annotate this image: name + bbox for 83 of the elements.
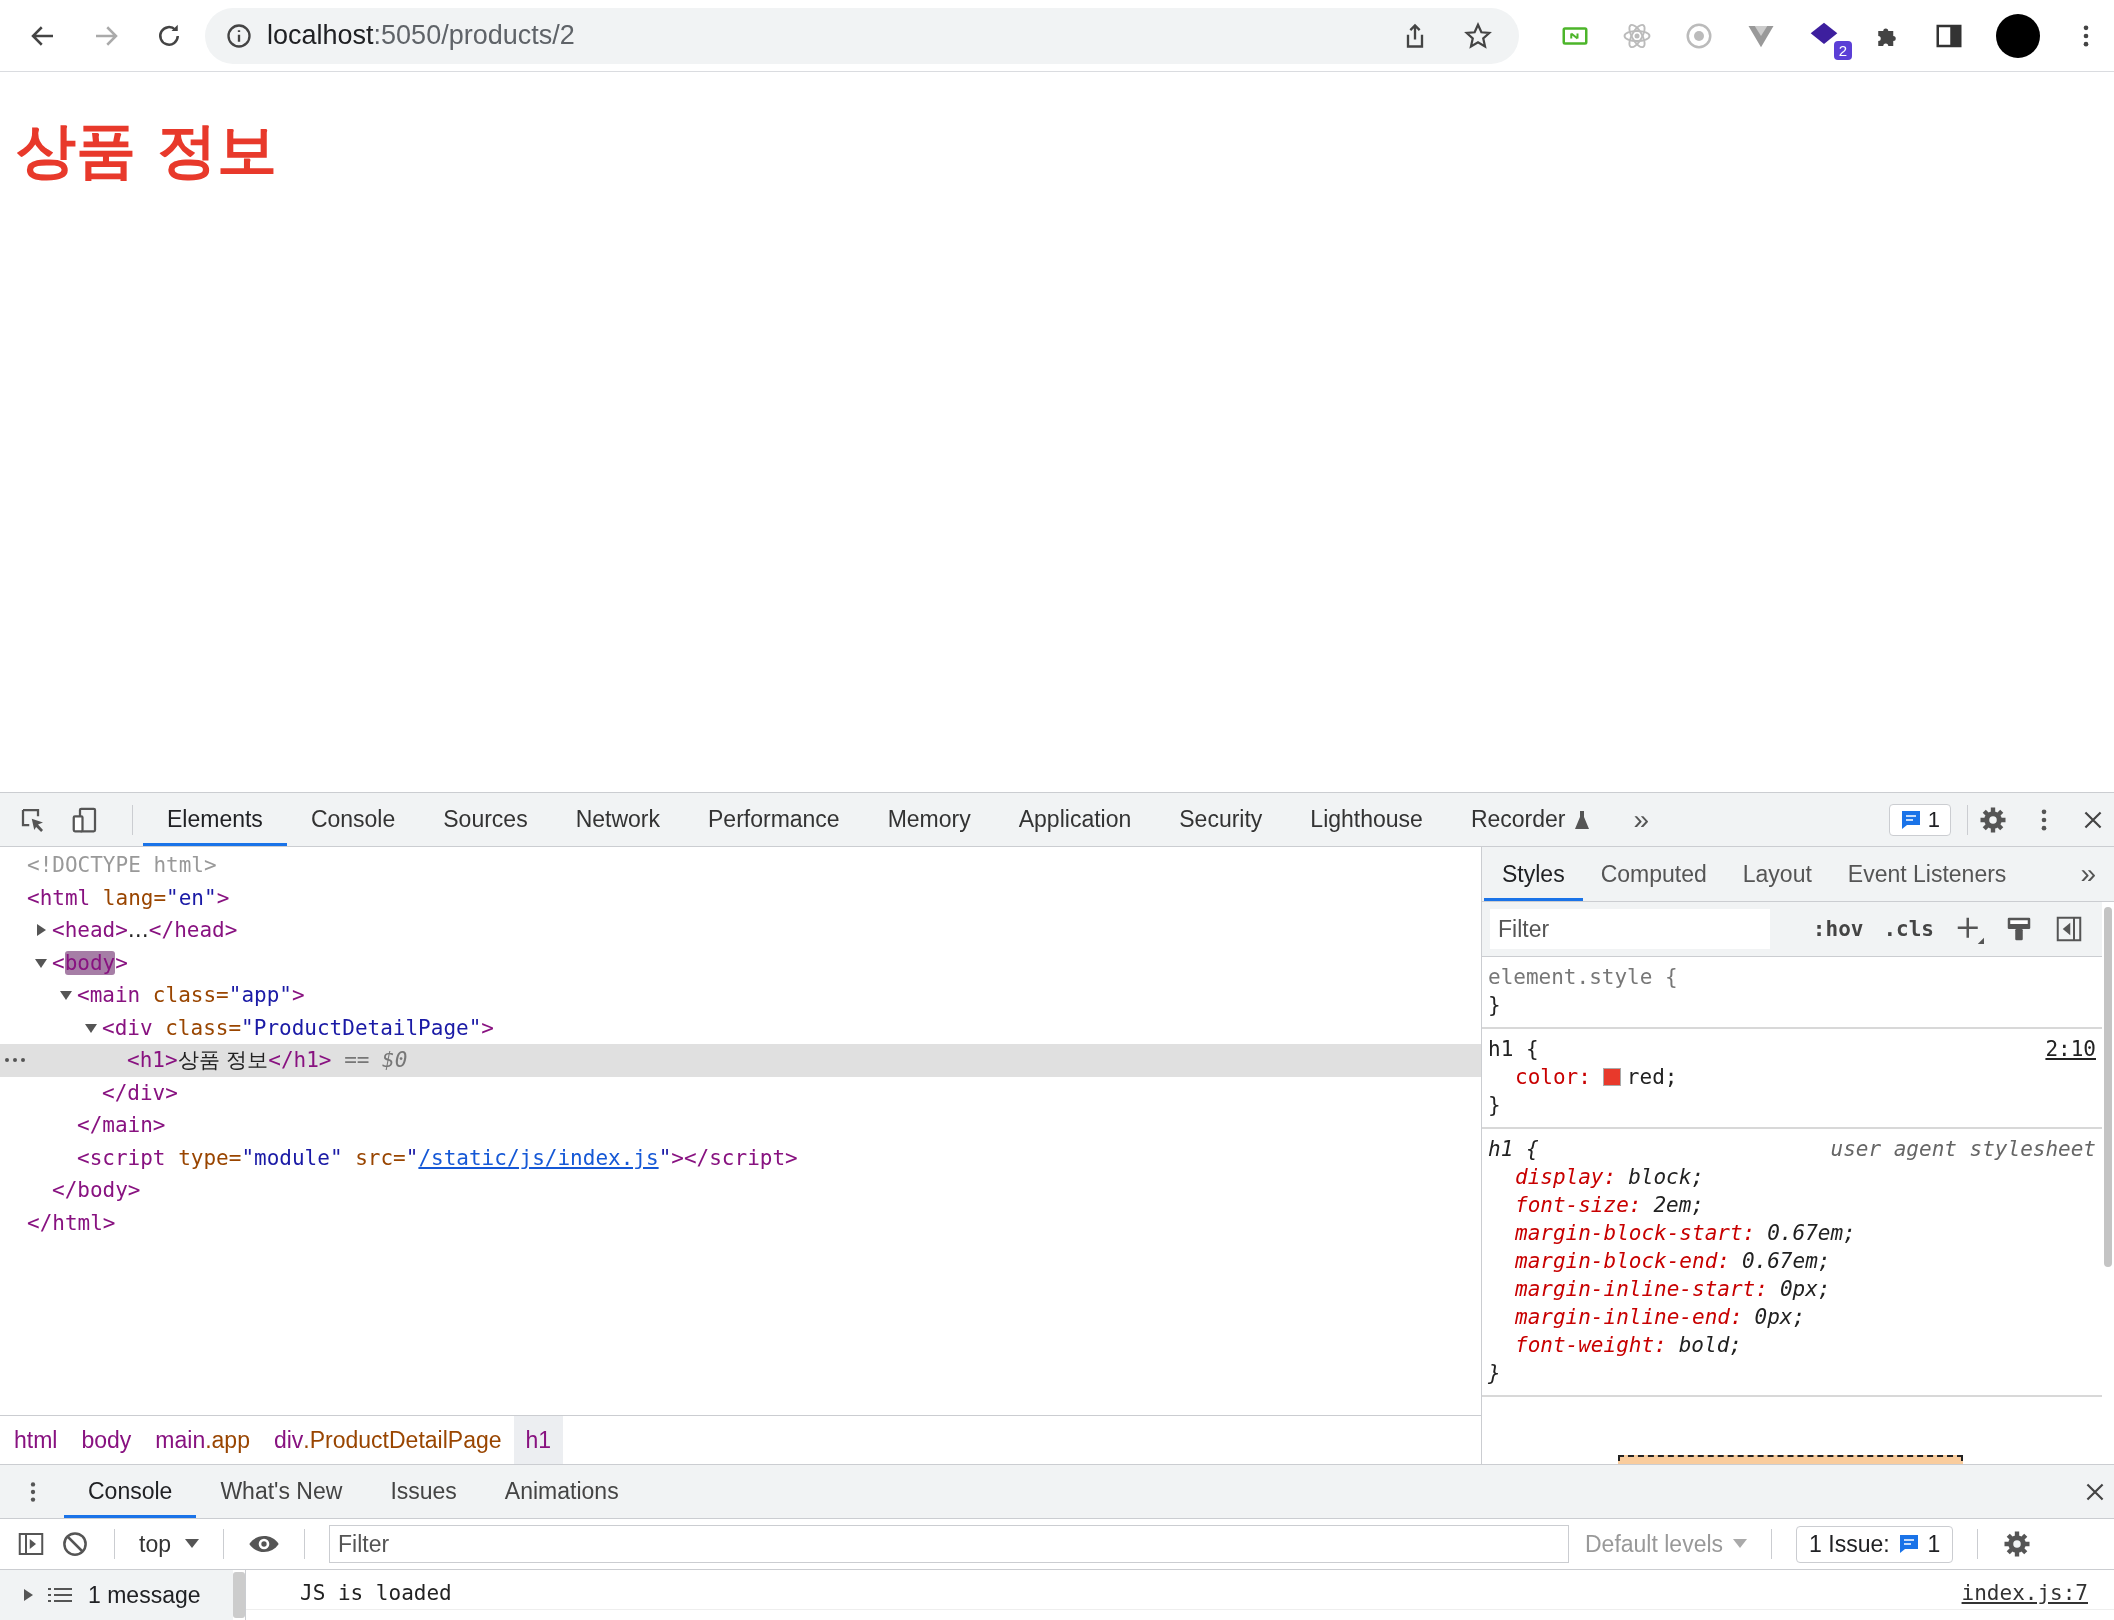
styles-tab[interactable]: Computed xyxy=(1582,847,1725,901)
tree-row[interactable]: <main class="app"> xyxy=(0,979,1481,1012)
css-value: 0.67em; xyxy=(1767,1220,1856,1247)
devtools-tab[interactable]: Application xyxy=(994,793,1156,846)
styles-tab[interactable]: Event Listeners xyxy=(1829,847,2025,901)
devtools-tab[interactable]: Memory xyxy=(863,793,995,846)
tree-line-text: </body> xyxy=(52,1178,141,1203)
tree-row[interactable]: <head>…</head> xyxy=(0,914,1481,947)
console-message: JS is loaded xyxy=(300,1580,452,1605)
breadcrumb-item[interactable]: html xyxy=(2,1416,70,1464)
devtools-tab[interactable]: Performance xyxy=(684,793,864,846)
drawer-tab[interactable]: Animations xyxy=(480,1465,643,1518)
css-value: 0px; xyxy=(1754,1304,1806,1331)
tree-row[interactable]: <body> xyxy=(0,946,1481,979)
console-filter-field[interactable]: Filter xyxy=(329,1525,1569,1563)
rule-source-link[interactable]: 2:10 xyxy=(2045,1035,2096,1063)
devtools-tab[interactable]: Security xyxy=(1155,793,1287,846)
devtools-tab[interactable]: Lighthouse xyxy=(1286,793,1447,846)
tree-line-text: </html> xyxy=(27,1210,116,1235)
more-tabs-chevron[interactable]: » xyxy=(1613,803,1670,836)
css-property: font-weight: xyxy=(1515,1332,1667,1359)
issues-button[interactable]: 1 xyxy=(1888,803,1951,836)
tree-line-text: <script type="module" src="/static/js/index.js"></script> xyxy=(77,1145,798,1170)
breadcrumb-item[interactable]: h1 xyxy=(513,1416,564,1464)
devtools-tab[interactable]: Network xyxy=(551,793,684,846)
rule-selector: h1 { xyxy=(1488,1136,1539,1163)
css-value: red; xyxy=(1626,1064,1678,1091)
hover-state-button[interactable]: :hov xyxy=(1812,917,1864,941)
devtools-tab[interactable]: Recorder xyxy=(1446,793,1614,846)
more-tabs-chevron[interactable]: » xyxy=(2062,847,2114,901)
css-property: color: xyxy=(1515,1064,1591,1091)
css-value: block; xyxy=(1628,1164,1704,1191)
css-property: margin-block-end: xyxy=(1515,1248,1730,1275)
tree-line-text: </main> xyxy=(77,1113,166,1138)
tree-line-text: </div> xyxy=(102,1080,178,1105)
tree-row[interactable]: <div class="ProductDetailPage"> xyxy=(0,1011,1481,1044)
tree-line-text: <!DOCTYPE html> xyxy=(27,853,217,878)
css-property: margin-inline-end: xyxy=(1515,1304,1743,1331)
drawer-tab[interactable]: Issues xyxy=(366,1465,481,1518)
address-bar[interactable]: localhost:5050/products/2 xyxy=(205,7,1519,64)
closing-brace: } xyxy=(1488,992,1502,1019)
issues-button[interactable]: 1 Issue: 1 xyxy=(1796,1525,1954,1563)
tree-row[interactable]: <script type="module" src="/static/js/index.js"></script> xyxy=(0,1141,1481,1174)
message-count-label: 1 message xyxy=(88,1581,201,1609)
css-value: 2em; xyxy=(1653,1192,1704,1219)
class-toggle-button[interactable]: .cls xyxy=(1883,917,1934,941)
tree-line-text: <div class="ProductDetailPage"> xyxy=(102,1015,494,1040)
script-src-link[interactable]: /static/js/index.js xyxy=(418,1145,659,1170)
styles-filter-field[interactable]: Filter xyxy=(1490,909,1770,949)
extension-badge: 2 xyxy=(1833,40,1852,60)
rule-selector: h1 { xyxy=(1488,1036,1539,1063)
css-value: 0px; xyxy=(1779,1276,1831,1303)
tree-row[interactable]: <h1>상품 정보</h1> == $0 xyxy=(0,1044,1481,1077)
tree-line-text: <h1>상품 정보</h1> == $0 xyxy=(127,1047,408,1075)
breadcrumb-item[interactable]: div.ProductDetailPage xyxy=(261,1416,514,1464)
rule-selector: element.style { xyxy=(1488,964,1678,991)
css-value: bold; xyxy=(1678,1332,1742,1359)
closing-brace: } xyxy=(1488,1092,1502,1119)
styles-tab[interactable]: Layout xyxy=(1724,847,1830,901)
breadcrumb-item[interactable]: body xyxy=(69,1416,144,1464)
page-heading: 상품 정보 xyxy=(16,114,278,186)
devtools-tab[interactable]: Console xyxy=(286,793,420,846)
tree-line-text: <html lang="en"> xyxy=(27,885,230,910)
tree-row[interactable]: <html lang="en"> xyxy=(0,881,1481,914)
css-property: display: xyxy=(1515,1164,1617,1191)
message-group-item[interactable]: 1 message xyxy=(0,1570,233,1620)
css-property: font-size: xyxy=(1515,1192,1642,1219)
css-value: 0.67em; xyxy=(1741,1248,1831,1275)
devtools-tab[interactable]: Elements xyxy=(143,793,287,846)
drawer-tab[interactable]: Console xyxy=(64,1465,197,1518)
devtools-tab[interactable]: Sources xyxy=(419,793,552,846)
css-property: margin-block-start: xyxy=(1515,1220,1756,1247)
closing-brace: } xyxy=(1488,1360,1502,1387)
url-text: localhost:5050/products/2 xyxy=(267,20,575,51)
breadcrumb-item[interactable]: main.app xyxy=(143,1416,262,1464)
tree-line-text: <head>…</head> xyxy=(52,918,238,943)
rule-source-label: user agent stylesheet xyxy=(1830,1136,2096,1163)
tree-line-text: <body> xyxy=(52,950,128,975)
drawer-tab[interactable]: What's New xyxy=(196,1465,367,1518)
source-link[interactable]: index.js:7 xyxy=(1961,1580,2088,1605)
context-dropdown[interactable]: top xyxy=(139,1530,199,1558)
css-property: margin-inline-start: xyxy=(1515,1276,1768,1303)
tree-line-text: <main class="app"> xyxy=(77,983,305,1008)
